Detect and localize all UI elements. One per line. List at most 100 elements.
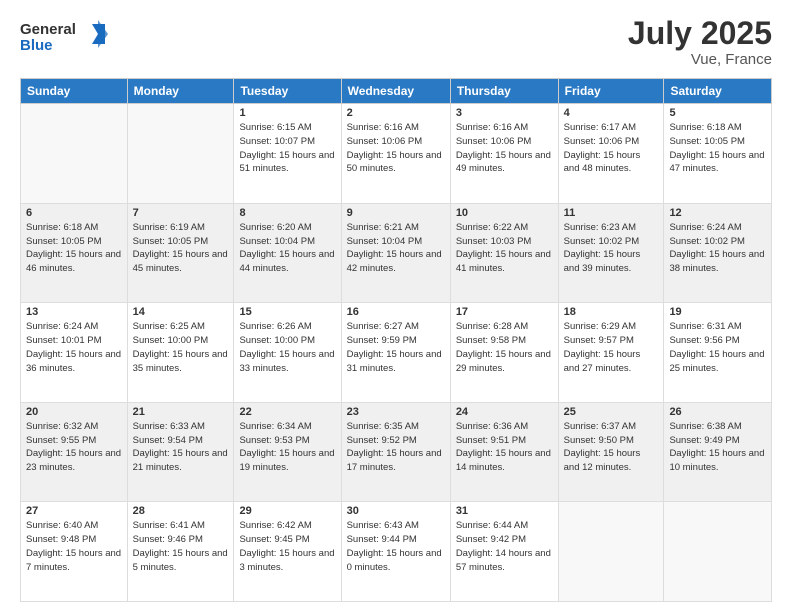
calendar-cell: 20 Sunrise: 6:32 AMSunset: 9:55 PMDayligh…: [21, 402, 128, 502]
calendar-cell: 10 Sunrise: 6:22 AMSunset: 10:03 PMDaylig…: [450, 203, 558, 303]
day-number: 7: [133, 207, 229, 219]
calendar-cell: 31 Sunrise: 6:44 AMSunset: 9:42 PMDayligh…: [450, 502, 558, 602]
day-number: 2: [347, 107, 445, 119]
day-info: Sunrise: 6:42 AMSunset: 9:45 PMDaylight:…: [239, 519, 335, 574]
day-number: 18: [564, 306, 659, 318]
location: Vue, France: [628, 51, 772, 68]
day-info: Sunrise: 6:22 AMSunset: 10:03 PMDaylight…: [456, 221, 553, 276]
day-number: 8: [239, 207, 335, 219]
calendar-cell: 26 Sunrise: 6:38 AMSunset: 9:49 PMDayligh…: [664, 402, 772, 502]
day-number: 27: [26, 505, 122, 517]
day-number: 19: [669, 306, 766, 318]
day-number: 31: [456, 505, 553, 517]
calendar-cell: 14 Sunrise: 6:25 AMSunset: 10:00 PMDaylig…: [127, 303, 234, 403]
day-number: 14: [133, 306, 229, 318]
calendar-cell: 17Sunrise: 6:28 AMSunset: 9:58 PMDayligh…: [450, 303, 558, 403]
day-number: 16: [347, 306, 445, 318]
title-area: July 2025 Vue, France: [628, 16, 772, 68]
day-info: Sunrise: 6:18 AMSunset: 10:05 PMDaylight…: [669, 121, 766, 176]
header: General Blue July 2025 Vue, France: [20, 16, 772, 68]
day-info: Sunrise: 6:43 AMSunset: 9:44 PMDaylight:…: [347, 519, 445, 574]
day-number: 20: [26, 406, 122, 418]
calendar-cell: 16 Sunrise: 6:27 AMSunset: 9:59 PMDayligh…: [341, 303, 450, 403]
day-info: Sunrise: 6:27 AMSunset: 9:59 PMDaylight:…: [347, 320, 445, 375]
day-info: Sunrise: 6:32 AMSunset: 9:55 PMDaylight:…: [26, 420, 122, 475]
day-info: Sunrise: 6:25 AMSunset: 10:00 PMDaylight…: [133, 320, 229, 375]
day-number: 12: [669, 207, 766, 219]
calendar-cell: [127, 104, 234, 204]
day-number: 23: [347, 406, 445, 418]
day-info: Sunrise: 6:33 AMSunset: 9:54 PMDaylight:…: [133, 420, 229, 475]
day-number: 15: [239, 306, 335, 318]
day-number: 21: [133, 406, 229, 418]
logo-text: General Blue: [20, 16, 110, 61]
day-number: 30: [347, 505, 445, 517]
day-info: Sunrise: 6:15 AMSunset: 10:07 PMDaylight…: [239, 121, 335, 176]
calendar-cell: [21, 104, 128, 204]
day-number: 5: [669, 107, 766, 119]
calendar-table: SundayMondayTuesdayWednesdayThursdayFrid…: [20, 78, 772, 602]
weekday-header-wednesday: Wednesday: [341, 79, 450, 104]
day-info: Sunrise: 6:34 AMSunset: 9:53 PMDaylight:…: [239, 420, 335, 475]
day-info: Sunrise: 6:16 AMSunset: 10:06 PMDaylight…: [456, 121, 553, 176]
day-info: Sunrise: 6:38 AMSunset: 9:49 PMDaylight:…: [669, 420, 766, 475]
calendar-cell: 25 Sunrise: 6:37 AMSunset: 9:50 PMDayligh…: [558, 402, 664, 502]
day-info: Sunrise: 6:37 AMSunset: 9:50 PMDaylight:…: [564, 420, 659, 475]
weekday-header-saturday: Saturday: [664, 79, 772, 104]
day-info: Sunrise: 6:16 AMSunset: 10:06 PMDaylight…: [347, 121, 445, 176]
weekday-header-sunday: Sunday: [21, 79, 128, 104]
day-info: Sunrise: 6:36 AMSunset: 9:51 PMDaylight:…: [456, 420, 553, 475]
day-number: 1: [239, 107, 335, 119]
svg-text:Blue: Blue: [20, 37, 53, 54]
day-number: 17: [456, 306, 553, 318]
day-info: Sunrise: 6:40 AMSunset: 9:48 PMDaylight:…: [26, 519, 122, 574]
day-number: 24: [456, 406, 553, 418]
calendar-cell: 15 Sunrise: 6:26 AMSunset: 10:00 PMDaylig…: [234, 303, 341, 403]
day-number: 29: [239, 505, 335, 517]
calendar-cell: 3 Sunrise: 6:16 AMSunset: 10:06 PMDayligh…: [450, 104, 558, 204]
day-info: Sunrise: 6:41 AMSunset: 9:46 PMDaylight:…: [133, 519, 229, 574]
weekday-header-tuesday: Tuesday: [234, 79, 341, 104]
day-info: Sunrise: 6:31 AMSunset: 9:56 PMDaylight:…: [669, 320, 766, 375]
calendar-cell: 7 Sunrise: 6:19 AMSunset: 10:05 PMDayligh…: [127, 203, 234, 303]
day-number: 4: [564, 107, 659, 119]
calendar-cell: 9Sunrise: 6:21 AMSunset: 10:04 PMDayligh…: [341, 203, 450, 303]
day-info: Sunrise: 6:35 AMSunset: 9:52 PMDaylight:…: [347, 420, 445, 475]
calendar-week-row: 27 Sunrise: 6:40 AMSunset: 9:48 PMDayligh…: [21, 502, 772, 602]
day-number: 11: [564, 207, 659, 219]
day-info: Sunrise: 6:18 AMSunset: 10:05 PMDaylight…: [26, 221, 122, 276]
calendar-cell: 27 Sunrise: 6:40 AMSunset: 9:48 PMDayligh…: [21, 502, 128, 602]
day-number: 26: [669, 406, 766, 418]
calendar-cell: 22Sunrise: 6:34 AMSunset: 9:53 PMDayligh…: [234, 402, 341, 502]
day-number: 9: [347, 207, 445, 219]
day-info: Sunrise: 6:26 AMSunset: 10:00 PMDaylight…: [239, 320, 335, 375]
day-info: Sunrise: 6:20 AMSunset: 10:04 PMDaylight…: [239, 221, 335, 276]
day-info: Sunrise: 6:24 AMSunset: 10:02 PMDaylight…: [669, 221, 766, 276]
day-number: 25: [564, 406, 659, 418]
calendar-cell: 18Sunrise: 6:29 AMSunset: 9:57 PMDayligh…: [558, 303, 664, 403]
day-info: Sunrise: 6:44 AMSunset: 9:42 PMDaylight:…: [456, 519, 553, 574]
day-info: Sunrise: 6:19 AMSunset: 10:05 PMDaylight…: [133, 221, 229, 276]
calendar-cell: 2 Sunrise: 6:16 AMSunset: 10:06 PMDayligh…: [341, 104, 450, 204]
day-info: Sunrise: 6:17 AMSunset: 10:06 PMDaylight…: [564, 121, 659, 176]
logo-icon: General Blue: [20, 16, 110, 56]
day-number: 10: [456, 207, 553, 219]
day-number: 3: [456, 107, 553, 119]
calendar-cell: 21 Sunrise: 6:33 AMSunset: 9:54 PMDayligh…: [127, 402, 234, 502]
calendar-cell: [664, 502, 772, 602]
weekday-header-thursday: Thursday: [450, 79, 558, 104]
calendar-cell: 4 Sunrise: 6:17 AMSunset: 10:06 PMDayligh…: [558, 104, 664, 204]
calendar-header-row: SundayMondayTuesdayWednesdayThursdayFrid…: [21, 79, 772, 104]
calendar-cell: 24 Sunrise: 6:36 AMSunset: 9:51 PMDayligh…: [450, 402, 558, 502]
month-title: July 2025: [628, 16, 772, 51]
calendar-cell: 28Sunrise: 6:41 AMSunset: 9:46 PMDayligh…: [127, 502, 234, 602]
calendar-week-row: 13 Sunrise: 6:24 AMSunset: 10:01 PMDaylig…: [21, 303, 772, 403]
day-info: Sunrise: 6:24 AMSunset: 10:01 PMDaylight…: [26, 320, 122, 375]
calendar-cell: 13 Sunrise: 6:24 AMSunset: 10:01 PMDaylig…: [21, 303, 128, 403]
calendar-cell: 19 Sunrise: 6:31 AMSunset: 9:56 PMDayligh…: [664, 303, 772, 403]
calendar-week-row: 6Sunrise: 6:18 AMSunset: 10:05 PMDayligh…: [21, 203, 772, 303]
calendar-cell: 1 Sunrise: 6:15 AMSunset: 10:07 PMDayligh…: [234, 104, 341, 204]
page: General Blue July 2025 Vue, France Sunda…: [0, 0, 792, 612]
day-number: 13: [26, 306, 122, 318]
calendar-week-row: 1 Sunrise: 6:15 AMSunset: 10:07 PMDayligh…: [21, 104, 772, 204]
